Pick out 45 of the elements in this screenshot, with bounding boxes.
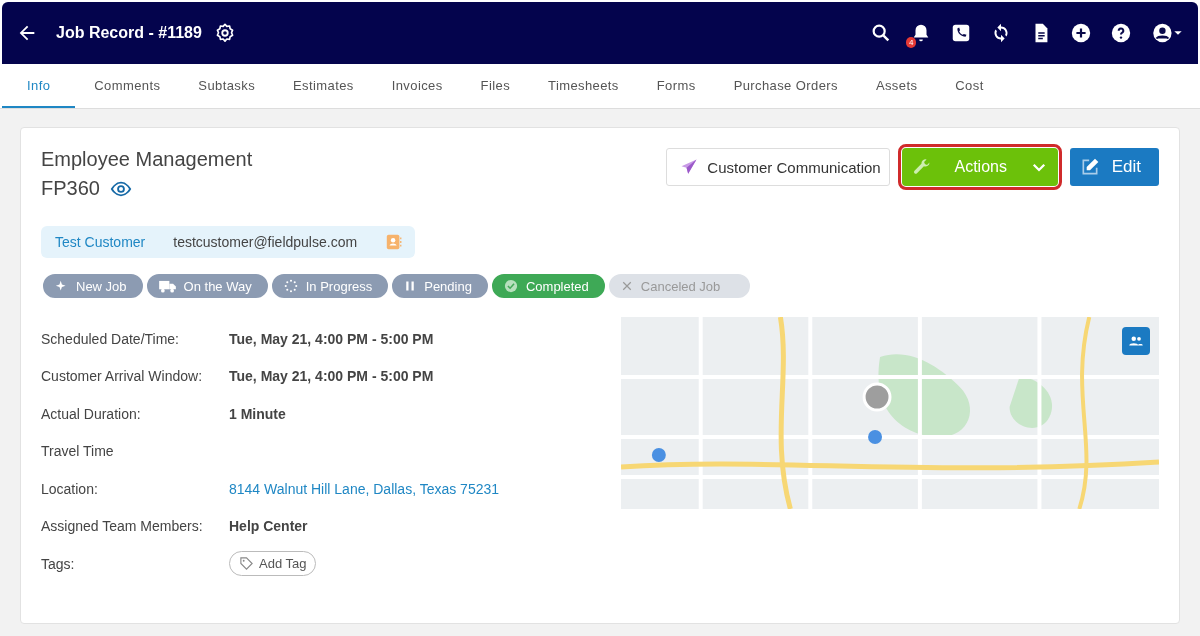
- cross-icon: [620, 280, 633, 292]
- field-label: Assigned Team Members:: [41, 518, 204, 535]
- field-label: Tags:: [41, 555, 76, 572]
- field-label: Travel Time: [41, 443, 115, 460]
- field-value: Tue, May 21, 4:00 PM - 5:00 PM: [229, 330, 434, 347]
- tab[interactable]: Assets: [856, 64, 937, 108]
- field-value: Tue, May 21, 4:00 PM - 5:00 PM: [229, 368, 434, 385]
- field-label: Customer Arrival Window:: [41, 368, 204, 385]
- field-value: Help Center: [229, 518, 308, 535]
- tab[interactable]: Subtasks: [179, 64, 275, 108]
- add-tag-button[interactable]: Add Tag: [229, 551, 317, 577]
- tag-icon: [239, 556, 254, 572]
- account-icon[interactable]: [1150, 22, 1184, 44]
- location-link[interactable]: 8144 Walnut Hill Lane, Dallas, Texas 75231: [229, 480, 500, 497]
- add-icon[interactable]: [1070, 22, 1092, 44]
- team-button[interactable]: [1122, 327, 1150, 355]
- tab[interactable]: Forms: [637, 64, 715, 108]
- tab[interactable]: Files: [461, 64, 530, 108]
- tab[interactable]: Comments: [75, 64, 180, 108]
- field-label: Location:: [41, 480, 99, 497]
- phone-icon[interactable]: [950, 22, 972, 44]
- customer-name-link[interactable]: Test Customer: [55, 234, 146, 250]
- field-value: 1 Minute: [229, 405, 286, 422]
- page-title: Job Record - #1189: [56, 24, 202, 42]
- sparkle-icon: [55, 279, 68, 293]
- tab[interactable]: Estimates: [274, 64, 373, 108]
- truck-icon: [158, 279, 176, 293]
- pause-icon: [404, 280, 417, 292]
- field-label: Actual Duration:: [41, 405, 142, 422]
- tab[interactable]: Cost: [936, 64, 1003, 108]
- job-code: FP360: [41, 177, 100, 200]
- job-title: Employee Management: [41, 148, 253, 171]
- tab[interactable]: Purchase Orders: [714, 64, 857, 108]
- spinner-icon: [283, 279, 298, 293]
- wrench-icon: [911, 157, 932, 177]
- edit-button[interactable]: Edit: [1069, 148, 1159, 186]
- tab[interactable]: Invoices: [372, 64, 462, 108]
- check-circle-icon: [503, 279, 518, 293]
- search-icon[interactable]: [870, 22, 892, 44]
- tab[interactable]: Timesheets: [529, 64, 638, 108]
- customer-email: testcustomer@fieldpulse.com: [173, 234, 358, 250]
- field-label: Scheduled Date/Time:: [41, 330, 180, 347]
- notification-badge: 4: [906, 37, 917, 48]
- customer-communication-button[interactable]: Customer Communication: [666, 148, 890, 186]
- help-icon[interactable]: [1110, 22, 1132, 44]
